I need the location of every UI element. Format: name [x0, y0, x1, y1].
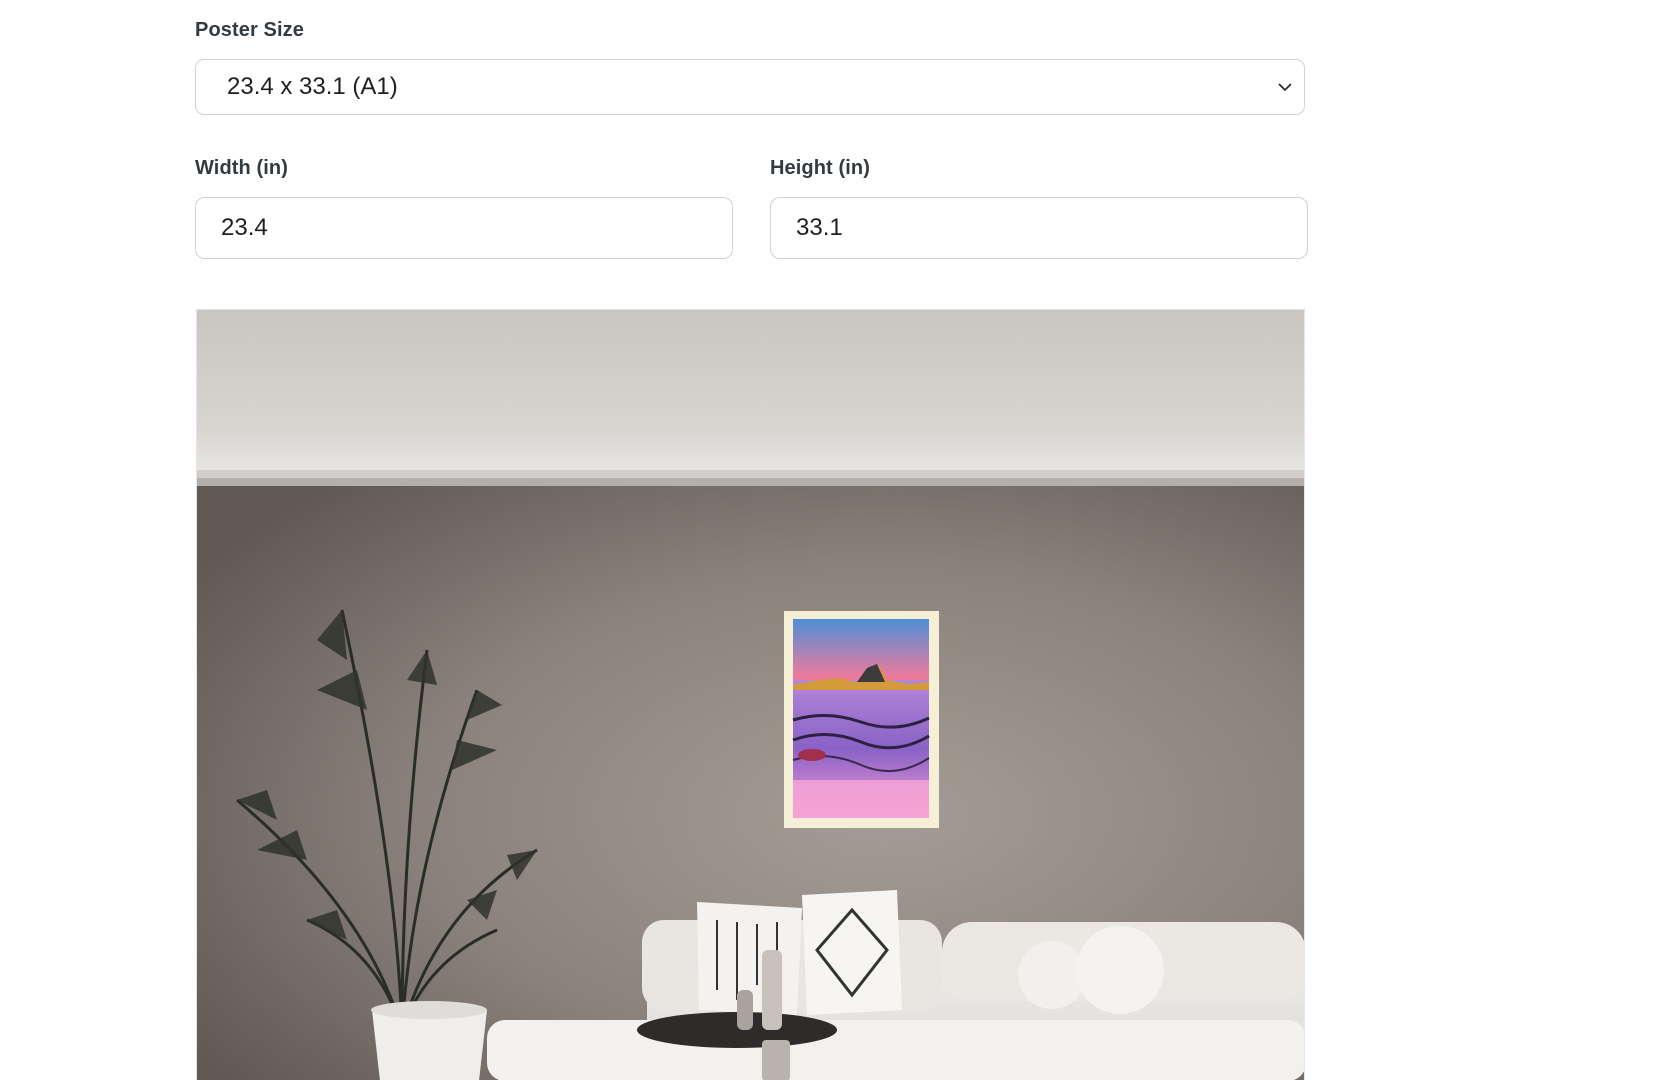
poster-configurator: Poster Size 23.4 x 33.1 (A1) Width (in) … [0, 0, 1659, 1080]
poster-size-select[interactable]: 23.4 x 33.1 (A1) [195, 59, 1305, 115]
poster-artwork [784, 611, 939, 828]
plant-pot [372, 1010, 487, 1080]
width-label: Width (in) [195, 157, 289, 179]
width-input[interactable] [195, 197, 733, 259]
height-label: Height (in) [770, 157, 870, 179]
height-input[interactable] [770, 197, 1308, 259]
ceiling [197, 310, 1304, 480]
room-scene [197, 310, 1304, 1080]
chevron-down-icon [1278, 83, 1292, 92]
poster-size-selected-value: 23.4 x 33.1 (A1) [227, 73, 398, 100]
poster-size-label: Poster Size [195, 19, 304, 41]
room-preview-image [196, 309, 1305, 1080]
